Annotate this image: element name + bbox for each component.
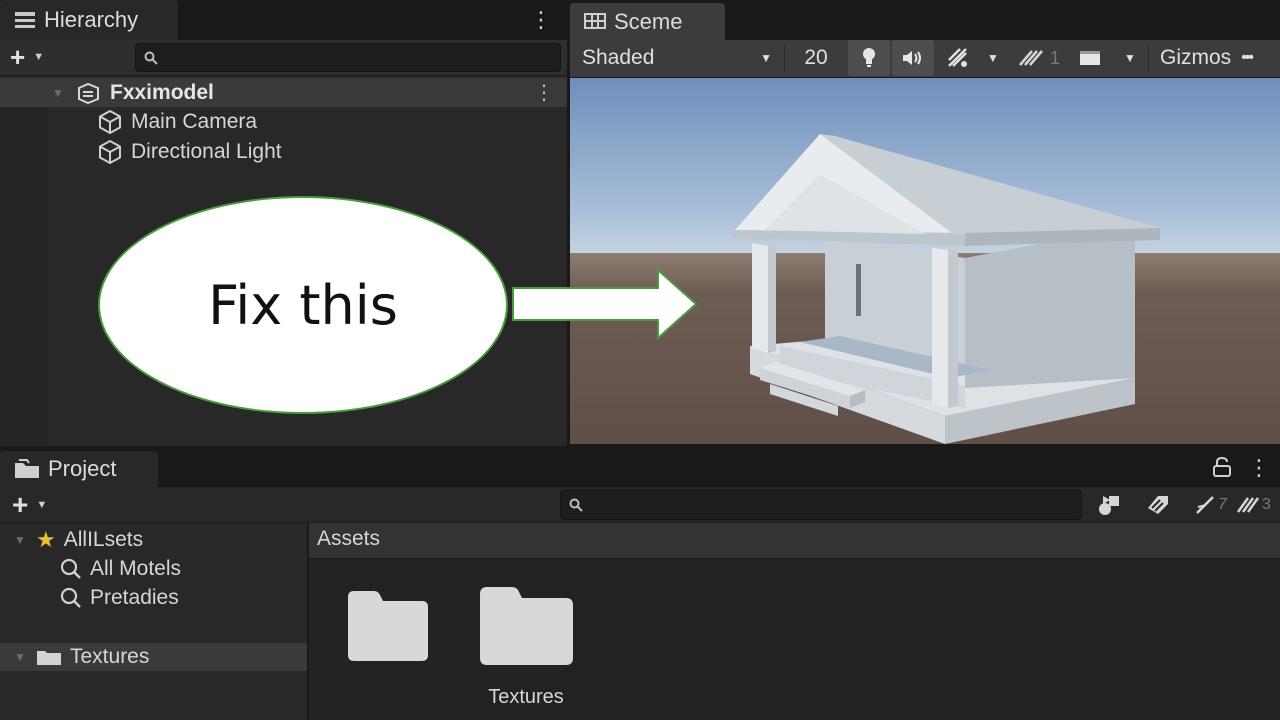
hierarchy-item-directional-light[interactable]: Directional Light <box>97 138 282 166</box>
root-object-name: Fxximodel <box>110 81 214 104</box>
gameobject-cube-icon <box>99 140 121 164</box>
expand-arrow-icon: ▼ <box>14 533 26 547</box>
gameobject-cube-icon <box>99 110 121 134</box>
hierarchy-menu-icon[interactable]: ⋮ <box>530 8 552 32</box>
project-menu-icon[interactable]: ⋮ <box>1248 456 1270 480</box>
toggle-2d-label: 20 <box>804 46 828 69</box>
tab-project-label: Project <box>48 456 117 481</box>
project-create-button[interactable]: + ▼ <box>12 490 62 520</box>
caret-down-icon: ▼ <box>33 51 45 63</box>
hatched-layers-icon <box>1236 497 1260 513</box>
gizmos-dropdown[interactable]: Gizmos ••• <box>1154 40 1278 76</box>
lighting-toggle-button[interactable] <box>848 40 890 76</box>
annotation-arrow <box>512 268 698 340</box>
favorites-item-all-models[interactable]: All Motels <box>60 556 181 582</box>
asset-item[interactable] <box>340 583 440 693</box>
more-options-icon: ••• <box>1241 49 1254 66</box>
hierarchy-item-main-camera[interactable]: Main Camera <box>97 108 257 136</box>
window-icon <box>1080 51 1100 65</box>
star-icon: ★ <box>36 527 56 552</box>
search-by-type-button[interactable] <box>1092 490 1128 520</box>
root-item-menu-icon[interactable]: ⋮ <box>534 80 554 106</box>
search-icon <box>60 558 81 579</box>
scene-panel: Sceme Shaded ▼ 20 ▼ 1 ▼ Gizmos ••• <box>570 0 1280 446</box>
lock-icon[interactable] <box>1212 456 1232 480</box>
tab-scene[interactable]: Sceme <box>570 3 725 40</box>
shading-mode-dropdown[interactable]: Shaded ▼ <box>570 40 782 76</box>
scene-viewport[interactable] <box>570 78 1280 444</box>
fx-count-label: 1 <box>1049 47 1060 68</box>
toolbar-separator <box>1148 44 1149 72</box>
tree-item-textures[interactable]: ▼ Textures <box>14 644 149 670</box>
annotation-text: Fix this <box>208 273 398 337</box>
plus-icon: + <box>12 489 29 520</box>
favorites-item-label: Pretadies <box>90 586 179 609</box>
caret-down-icon: ▼ <box>760 51 772 65</box>
layers-toggle[interactable]: 3 <box>1236 490 1276 520</box>
toolbar-separator <box>784 44 785 72</box>
tree-guide-line <box>0 108 48 446</box>
scene-grid-icon <box>584 12 606 29</box>
camera-dropdown[interactable]: ▼ <box>1118 40 1142 76</box>
asset-item-label: Textures <box>488 686 564 708</box>
folder-tab-icon <box>15 459 39 478</box>
effects-toggle-button[interactable] <box>938 40 978 76</box>
search-icon <box>144 51 158 65</box>
gizmos-label: Gizmos <box>1160 46 1232 69</box>
asset-breadcrumb-bar <box>309 523 1280 559</box>
toggle-2d-button[interactable]: 20 <box>786 40 846 76</box>
hierarchy-search-input[interactable] <box>135 43 561 72</box>
caret-down-icon: ▼ <box>987 51 999 65</box>
project-panel: Project ⋮ + ▼ 7 3 ▼ ★ AllILsets All Mote… <box>0 448 1280 720</box>
annotation-callout: Fix this <box>98 196 508 414</box>
hierarchy-item-label: Main Camera <box>131 110 258 133</box>
tab-project[interactable]: Project <box>0 451 158 487</box>
effects-dropdown[interactable]: ▼ <box>980 40 1006 76</box>
tab-scene-label: Sceme <box>614 8 683 34</box>
folder-icon <box>348 591 428 661</box>
shapes-icon <box>1099 496 1119 515</box>
caret-down-icon: ▼ <box>36 499 48 511</box>
hidden-count: 7 <box>1218 496 1227 513</box>
breadcrumb-assets[interactable]: Assets <box>317 527 380 551</box>
favorites-label: AllILsets <box>63 528 144 551</box>
unity-scene-icon <box>78 82 99 104</box>
search-by-label-button[interactable] <box>1140 490 1176 520</box>
folder-icon <box>37 651 61 665</box>
layer-count: 3 <box>1262 496 1271 513</box>
shading-mode-label: Shaded <box>582 46 655 69</box>
caret-down-icon: ▼ <box>1124 51 1136 65</box>
search-icon <box>569 498 583 512</box>
tag-icon <box>1148 496 1168 514</box>
favorites-item-prefabs[interactable]: Pretadies <box>60 585 179 611</box>
tree-item-label: Textures <box>70 645 150 668</box>
folder-icon <box>480 587 573 665</box>
plus-icon: + <box>10 42 26 72</box>
asset-item[interactable]: Textures <box>474 578 584 718</box>
project-search-input[interactable] <box>560 490 1082 520</box>
scene-render <box>570 78 1280 444</box>
effects-icon <box>948 48 967 67</box>
hierarchy-item-label: Directional Light <box>131 140 282 163</box>
tab-hierarchy[interactable]: Hierarchy <box>0 0 178 40</box>
hierarchy-icon <box>15 12 35 28</box>
expand-arrow-icon: ▼ <box>52 86 64 100</box>
speaker-icon <box>903 51 921 65</box>
scene-view-camera-button[interactable] <box>1072 40 1108 76</box>
expand-arrow-icon: ▼ <box>14 650 26 664</box>
hatched-layers-icon <box>1019 50 1043 66</box>
hidden-objects-toggle[interactable]: 1 <box>1010 40 1068 76</box>
hierarchy-root-item[interactable]: ▼ Fxximodel <box>52 79 214 107</box>
lightbulb-icon <box>863 48 875 67</box>
eye-slash-icon <box>1196 496 1214 514</box>
create-add-button[interactable]: + ▼ <box>10 42 54 72</box>
favorites-item-label: All Motels <box>90 557 182 580</box>
search-icon <box>60 587 81 608</box>
audio-toggle-button[interactable] <box>892 40 934 76</box>
hidden-packages-toggle[interactable]: 7 <box>1194 490 1232 520</box>
tab-hierarchy-label: Hierarchy <box>44 7 139 32</box>
favorites-header[interactable]: ▼ ★ AllILsets <box>14 527 143 553</box>
